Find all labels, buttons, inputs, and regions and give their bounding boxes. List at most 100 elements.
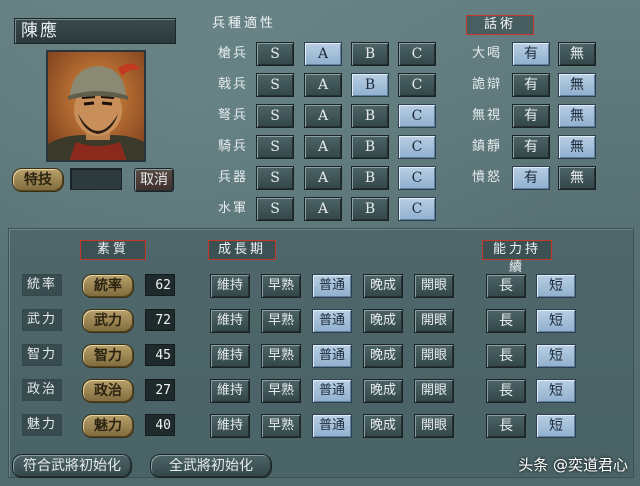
- speech-option-button[interactable]: 無: [558, 42, 596, 66]
- growth-option-button[interactable]: 早熟: [261, 379, 301, 403]
- growth-option-button[interactable]: 早熟: [261, 344, 301, 368]
- stat-aptitude-button[interactable]: 統率: [82, 274, 134, 298]
- troop-label: 兵器: [217, 170, 248, 185]
- troop-grade-button[interactable]: A: [304, 42, 342, 66]
- troop-grade-button[interactable]: B: [351, 104, 389, 128]
- troop-grade-button[interactable]: S: [256, 73, 294, 97]
- stat-aptitude-button[interactable]: 魅力: [82, 414, 134, 438]
- speech-option-button[interactable]: 有: [512, 166, 550, 190]
- stat-value[interactable]: 62: [145, 274, 175, 296]
- aptitude-title: 素質: [80, 240, 146, 260]
- portrait-image: [48, 52, 144, 160]
- troop-grade-button[interactable]: B: [351, 135, 389, 159]
- troop-grade-button[interactable]: A: [304, 104, 342, 128]
- troop-grade-button[interactable]: B: [351, 197, 389, 221]
- cancel-button[interactable]: 取消: [134, 168, 174, 192]
- duration-option-button[interactable]: 短: [536, 344, 576, 368]
- growth-option-button[interactable]: 開眼: [414, 414, 454, 438]
- growth-option-button[interactable]: 晚成: [363, 344, 403, 368]
- duration-title: 能力持續: [482, 240, 552, 275]
- stat-value[interactable]: 45: [145, 344, 175, 366]
- speech-option-button[interactable]: 無: [558, 104, 596, 128]
- init-matching-officers-button[interactable]: 符合武將初始化: [12, 454, 132, 478]
- growth-option-button[interactable]: 開眼: [414, 274, 454, 298]
- duration-option-button[interactable]: 短: [536, 309, 576, 333]
- growth-option-button[interactable]: 晚成: [363, 414, 403, 438]
- troop-grade-button[interactable]: B: [351, 73, 389, 97]
- troop-label: 槍兵: [217, 46, 248, 61]
- growth-option-button[interactable]: 維持: [210, 414, 250, 438]
- speech-label: 鎮靜: [471, 139, 502, 154]
- troop-grade-button[interactable]: S: [256, 166, 294, 190]
- stat-aptitude-button[interactable]: 武力: [82, 309, 134, 333]
- skill-field[interactable]: [70, 168, 122, 190]
- duration-option-button[interactable]: 長: [486, 344, 526, 368]
- troop-grade-button[interactable]: A: [304, 135, 342, 159]
- duration-option-button[interactable]: 長: [486, 274, 526, 298]
- speech-option-button[interactable]: 無: [558, 166, 596, 190]
- speech-option-button[interactable]: 無: [558, 135, 596, 159]
- troop-grade-button[interactable]: S: [256, 197, 294, 221]
- troop-grade-button[interactable]: S: [256, 104, 294, 128]
- speech-label: 憤怒: [471, 170, 502, 185]
- troop-grade-button[interactable]: C: [398, 73, 436, 97]
- speech-option-button[interactable]: 有: [512, 104, 550, 128]
- init-all-officers-button[interactable]: 全武將初始化: [150, 454, 272, 478]
- duration-option-button[interactable]: 短: [536, 414, 576, 438]
- growth-option-button[interactable]: 維持: [210, 379, 250, 403]
- watermark: 头条 @奕道君心: [518, 456, 628, 474]
- troop-grade-button[interactable]: C: [398, 166, 436, 190]
- growth-option-button[interactable]: 普通: [312, 379, 352, 403]
- growth-option-button[interactable]: 普通: [312, 344, 352, 368]
- troop-grade-button[interactable]: S: [256, 42, 294, 66]
- troop-grade-button[interactable]: C: [398, 197, 436, 221]
- growth-option-button[interactable]: 開眼: [414, 379, 454, 403]
- troop-grade-button[interactable]: A: [304, 166, 342, 190]
- growth-option-button[interactable]: 早熟: [261, 309, 301, 333]
- duration-option-button[interactable]: 長: [486, 309, 526, 333]
- speech-label: 無視: [471, 108, 502, 123]
- stat-value[interactable]: 27: [145, 379, 175, 401]
- duration-option-button[interactable]: 短: [536, 274, 576, 298]
- duration-option-button[interactable]: 長: [486, 379, 526, 403]
- growth-option-button[interactable]: 維持: [210, 344, 250, 368]
- growth-option-button[interactable]: 早熟: [261, 274, 301, 298]
- growth-option-button[interactable]: 普通: [312, 414, 352, 438]
- stat-aptitude-button[interactable]: 政治: [82, 379, 134, 403]
- growth-option-button[interactable]: 晚成: [363, 309, 403, 333]
- skill-button[interactable]: 特技: [12, 168, 64, 192]
- officer-name: 陳應: [14, 18, 176, 44]
- stat-aptitude-button[interactable]: 智力: [82, 344, 134, 368]
- troop-grade-button[interactable]: C: [398, 42, 436, 66]
- troop-grade-button[interactable]: C: [398, 135, 436, 159]
- duration-option-button[interactable]: 短: [536, 379, 576, 403]
- growth-option-button[interactable]: 晚成: [363, 274, 403, 298]
- speech-option-button[interactable]: 無: [558, 73, 596, 97]
- growth-option-button[interactable]: 晚成: [363, 379, 403, 403]
- troop-grade-button[interactable]: B: [351, 42, 389, 66]
- troop-grade-button[interactable]: A: [304, 197, 342, 221]
- speech-label: 詭辯: [471, 77, 502, 92]
- stat-value[interactable]: 72: [145, 309, 175, 331]
- speech-option-button[interactable]: 有: [512, 135, 550, 159]
- stat-value[interactable]: 40: [145, 414, 175, 436]
- troop-label: 戟兵: [217, 77, 248, 92]
- troop-grade-button[interactable]: B: [351, 166, 389, 190]
- growth-option-button[interactable]: 普通: [312, 309, 352, 333]
- growth-option-button[interactable]: 早熟: [261, 414, 301, 438]
- growth-option-button[interactable]: 開眼: [414, 309, 454, 333]
- officer-portrait: [46, 50, 146, 162]
- troop-grade-button[interactable]: A: [304, 73, 342, 97]
- speech-option-button[interactable]: 有: [512, 73, 550, 97]
- speech-option-button[interactable]: 有: [512, 42, 550, 66]
- growth-option-button[interactable]: 普通: [312, 274, 352, 298]
- growth-option-button[interactable]: 維持: [210, 274, 250, 298]
- stat-label: 智力: [22, 344, 62, 366]
- growth-option-button[interactable]: 維持: [210, 309, 250, 333]
- stat-label: 政治: [22, 379, 62, 401]
- duration-option-button[interactable]: 長: [486, 414, 526, 438]
- growth-option-button[interactable]: 開眼: [414, 344, 454, 368]
- stat-label: 武力: [22, 309, 62, 331]
- troop-grade-button[interactable]: S: [256, 135, 294, 159]
- troop-grade-button[interactable]: C: [398, 104, 436, 128]
